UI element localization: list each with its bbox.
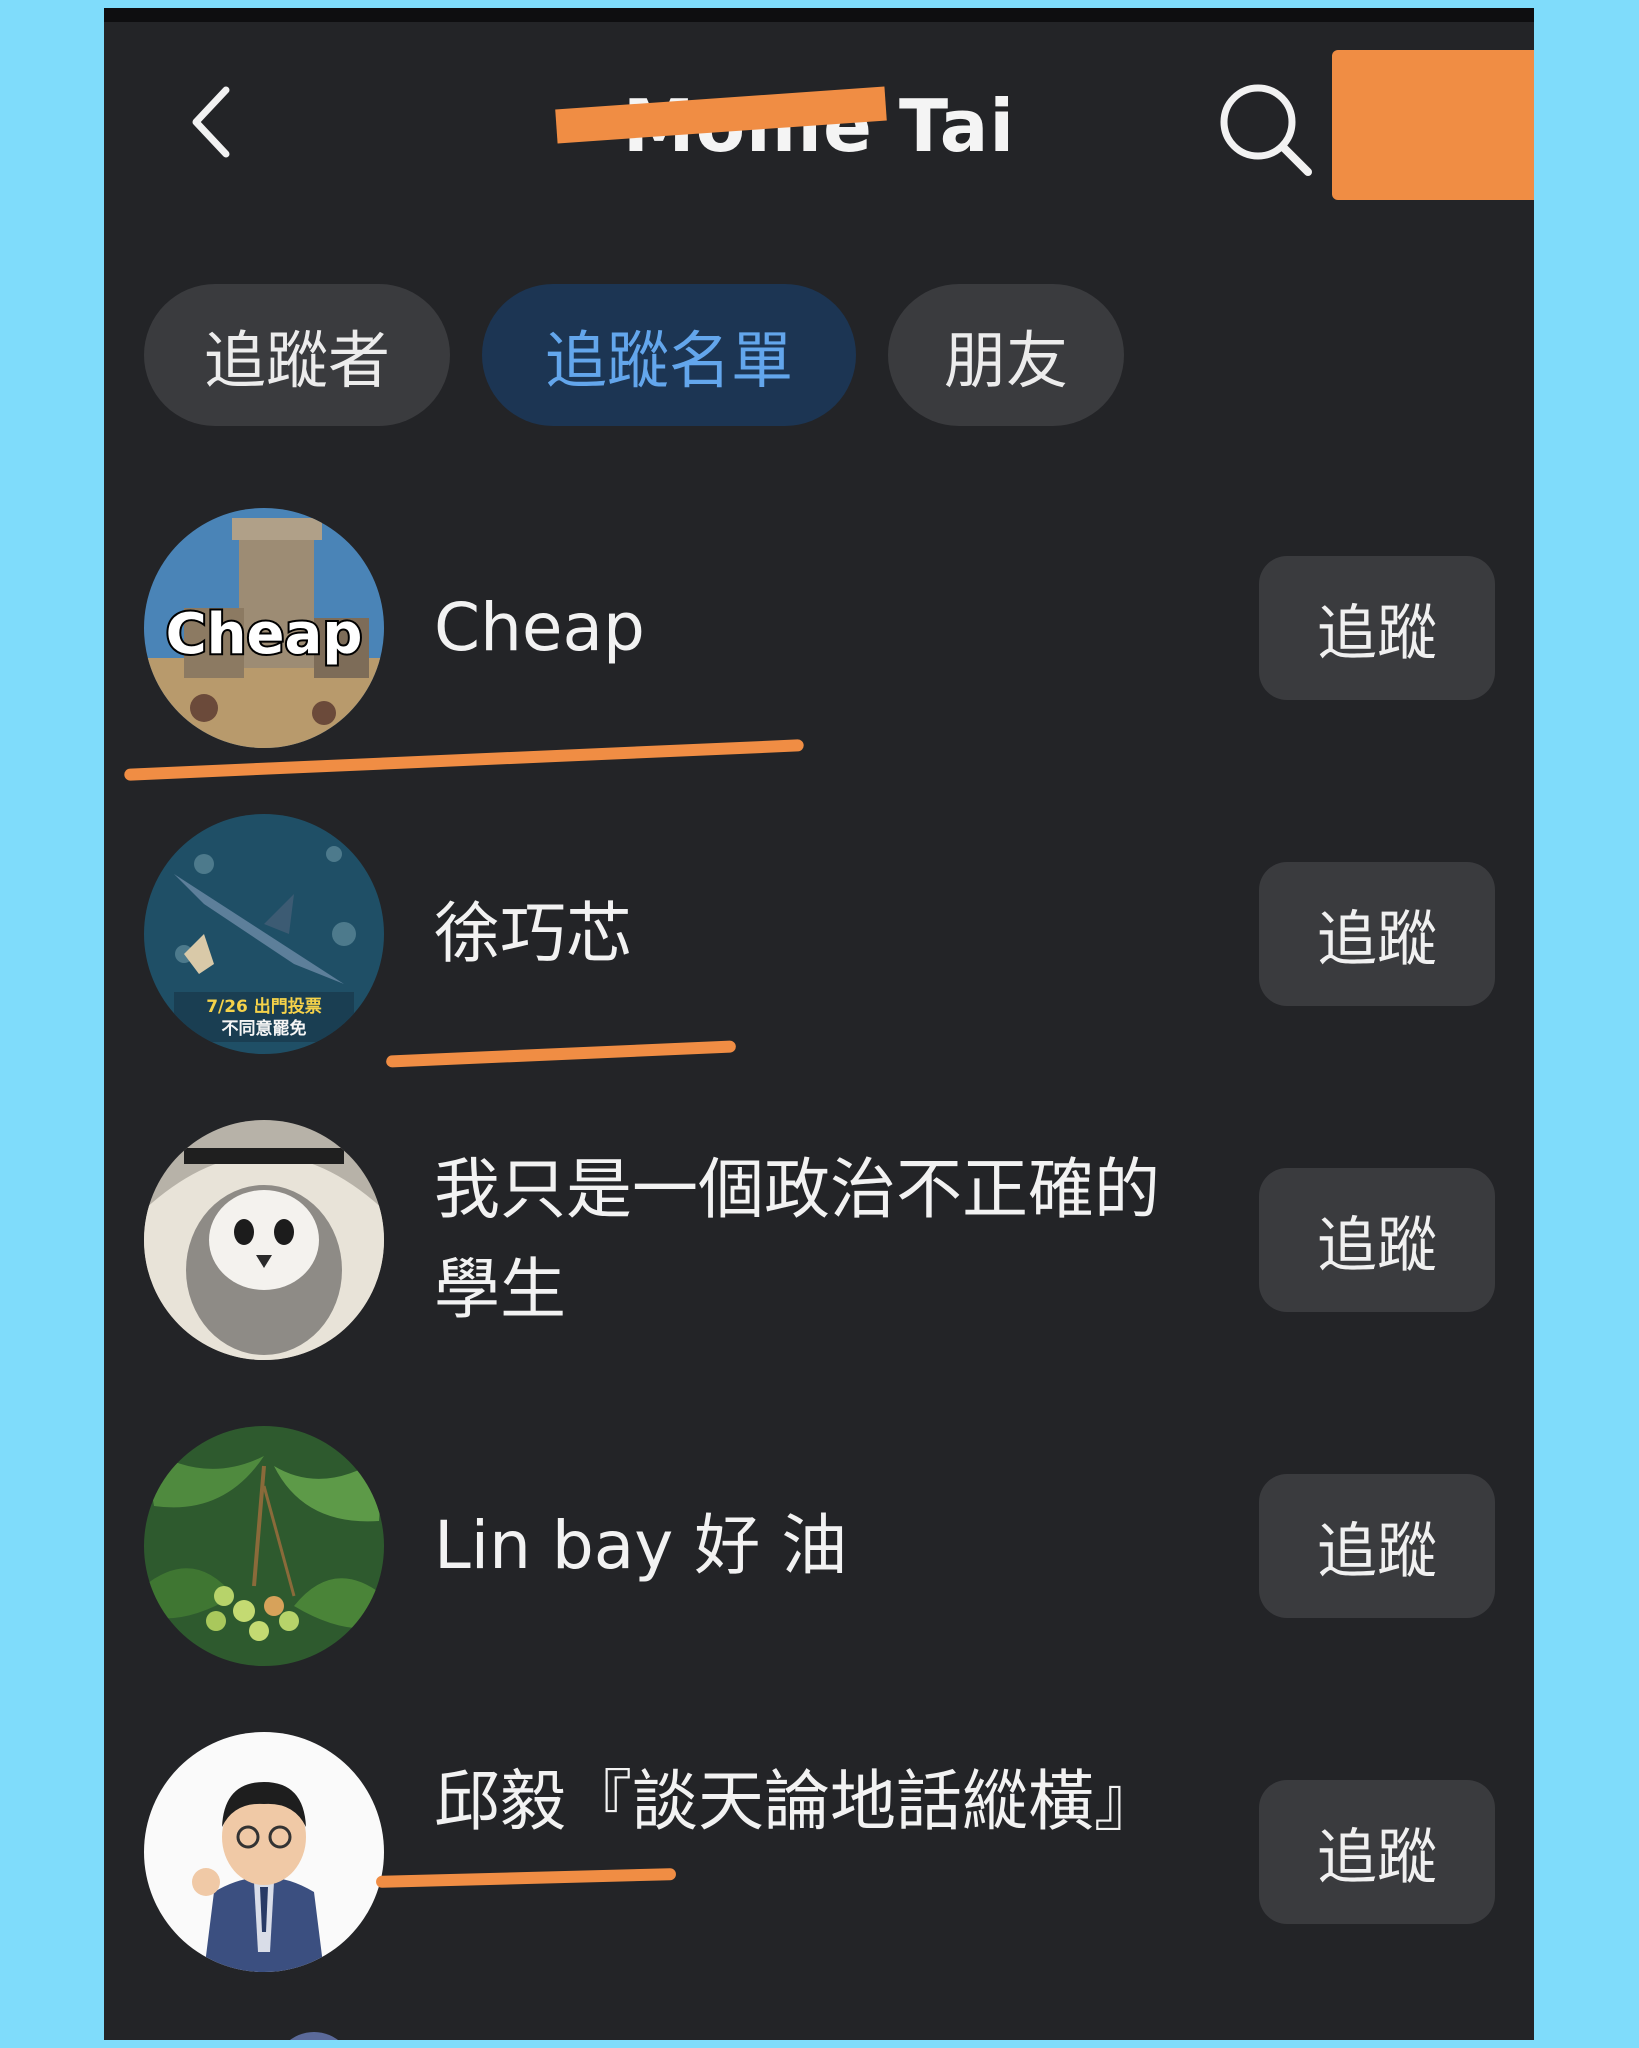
follow-button[interactable]: 追蹤 — [1259, 1474, 1495, 1618]
follow-button[interactable]: 追蹤 — [1259, 1780, 1495, 1924]
search-icon — [1220, 84, 1312, 176]
list-item[interactable]: Lin bay 好 油 追蹤 — [104, 1426, 1534, 1666]
list-item[interactable]: Cheap Cheap 追蹤 — [104, 508, 1534, 748]
avatar — [274, 2032, 354, 2040]
tab-following[interactable]: 追蹤名單 — [482, 284, 856, 426]
list-item[interactable]: 我只是一個政治不正確的學生 追蹤 — [104, 1120, 1534, 1360]
svg-text:7/26 出門投票: 7/26 出門投票 — [206, 996, 322, 1017]
avatar — [144, 1732, 384, 1972]
svg-text:不同意罷免: 不同意罷免 — [222, 1018, 307, 1039]
list-item[interactable]: 邱毅『談天論地話縱橫』 追蹤 — [104, 1732, 1534, 1972]
tab-friends[interactable]: 朋友 — [888, 284, 1124, 426]
user-name: Cheap — [434, 589, 645, 666]
follow-button[interactable]: 追蹤 — [1259, 1168, 1495, 1312]
app-screen: Mollie Tai 追蹤者 追蹤名單 朋友 Cheap Cheap 追蹤 7/… — [104, 8, 1534, 2040]
redaction-mark — [1332, 50, 1534, 200]
avatar: 7/26 出門投票 不同意罷免 — [144, 814, 384, 1054]
list-item[interactable]: 7/26 出門投票 不同意罷免 徐巧芯 追蹤 — [104, 814, 1534, 1054]
avatar: Cheap — [144, 508, 384, 748]
user-name: 邱毅『談天論地話縱橫』 — [434, 1763, 1160, 1840]
follow-button[interactable]: 追蹤 — [1259, 862, 1495, 1006]
avatar — [144, 1426, 384, 1666]
user-name: Lin bay 好 油 — [434, 1507, 848, 1584]
svg-text:Cheap: Cheap — [166, 602, 363, 667]
user-name: 徐巧芯 — [434, 895, 632, 972]
user-name: 我只是一個政治不正確的學生 — [434, 1151, 1160, 1328]
tab-followers[interactable]: 追蹤者 — [144, 284, 450, 426]
follow-button[interactable]: 追蹤 — [1259, 556, 1495, 700]
avatar — [144, 1120, 384, 1360]
search-button[interactable] — [1216, 80, 1316, 180]
